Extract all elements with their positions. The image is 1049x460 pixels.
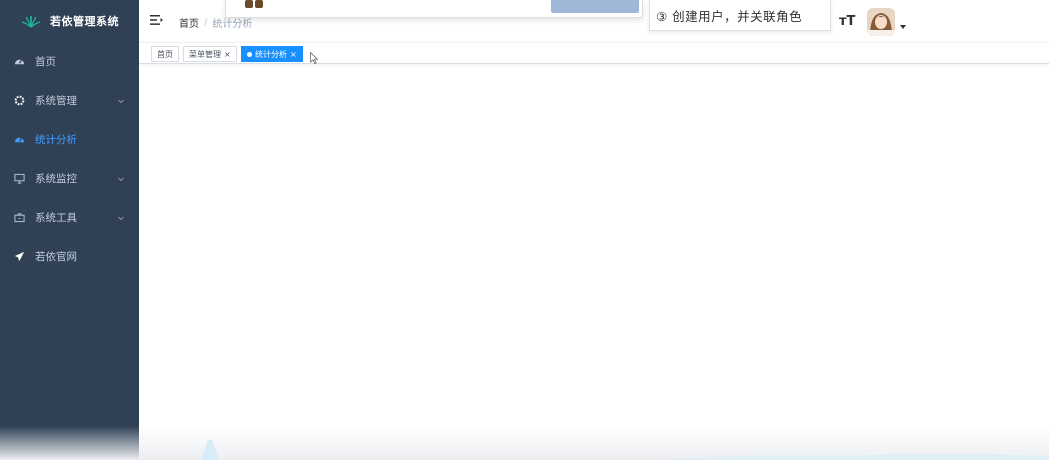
sidebar: 若依管理系统 首页 系统管理 统计分析 系统监控 系统工具 若依官网: [0, 0, 139, 460]
font-size-icon[interactable]: тT: [839, 14, 855, 29]
chevron-down-icon: [118, 177, 124, 181]
tag-statistics[interactable]: 统计分析 ×: [241, 46, 303, 62]
guide-tip-text: ③ 创建用户，并关联角色: [656, 8, 803, 24]
app-title: 若依管理系统: [50, 15, 119, 28]
sidebar-menu: 首页 系统管理 统计分析 系统监控 系统工具 若依官网: [0, 42, 139, 276]
sidebar-item-official-site[interactable]: 若依官网: [0, 237, 139, 276]
sidebar-item-statistics[interactable]: 统计分析: [0, 120, 139, 159]
tag-label: 统计分析: [255, 49, 287, 59]
sidebar-item-label: 系统监控: [35, 173, 77, 185]
guide-tip: ③ 创建用户，并关联角色: [649, 0, 831, 31]
sidebar-item-system-management[interactable]: 系统管理: [0, 81, 139, 120]
close-icon[interactable]: ×: [224, 50, 231, 59]
chevron-down-icon: [118, 99, 124, 103]
close-icon[interactable]: ×: [290, 50, 297, 59]
caret-down-icon[interactable]: [900, 25, 906, 29]
app-window: 若依管理系统 首页 系统管理 统计分析 系统监控 系统工具 若依官网 首页 / …: [0, 0, 1049, 460]
toolbox-icon: [13, 212, 25, 224]
tags-view: 首页 菜单管理 × 统计分析 ×: [139, 42, 1049, 64]
active-dot-icon: [247, 51, 252, 57]
tag-home[interactable]: 首页: [151, 46, 179, 62]
logo[interactable]: 若依管理系统: [0, 0, 139, 42]
tag-label: 菜单管理: [189, 49, 221, 59]
main-area: 首页 / 统计分析 首页 菜单管理 × 统计分析 ×: [139, 0, 1049, 460]
guide-popup: [225, 0, 643, 18]
guide-next-button[interactable]: [551, 0, 639, 13]
hamburger-icon[interactable]: [150, 14, 164, 26]
send-icon: [13, 251, 25, 263]
monitor-icon: [13, 173, 25, 185]
decorative-wave: [201, 439, 1049, 460]
avatar-image: [867, 8, 895, 36]
sidebar-item-label: 首页: [35, 56, 56, 68]
dashboard-icon: [13, 56, 25, 68]
logo-icon: [21, 16, 41, 28]
sidebar-item-home[interactable]: 首页: [0, 42, 139, 81]
gear-icon: [13, 95, 25, 107]
character-icon: [245, 0, 263, 8]
avatar[interactable]: [867, 8, 895, 36]
sidebar-item-system-tools[interactable]: 系统工具: [0, 198, 139, 237]
tag-menu-management[interactable]: 菜单管理 ×: [183, 46, 237, 62]
dashboard-icon: [13, 134, 25, 146]
chevron-down-icon: [118, 216, 124, 220]
sidebar-item-label: 若依官网: [35, 251, 77, 263]
sidebar-item-label: 系统管理: [35, 95, 77, 107]
tag-label: 首页: [157, 49, 173, 59]
sidebar-item-label: 系统工具: [35, 212, 77, 224]
breadcrumb-home[interactable]: 首页: [179, 15, 199, 30]
mouse-cursor-icon: [310, 52, 318, 64]
sidebar-item-system-monitor[interactable]: 系统监控: [0, 159, 139, 198]
sidebar-item-label: 统计分析: [35, 134, 77, 146]
breadcrumb-separator: /: [204, 17, 208, 28]
